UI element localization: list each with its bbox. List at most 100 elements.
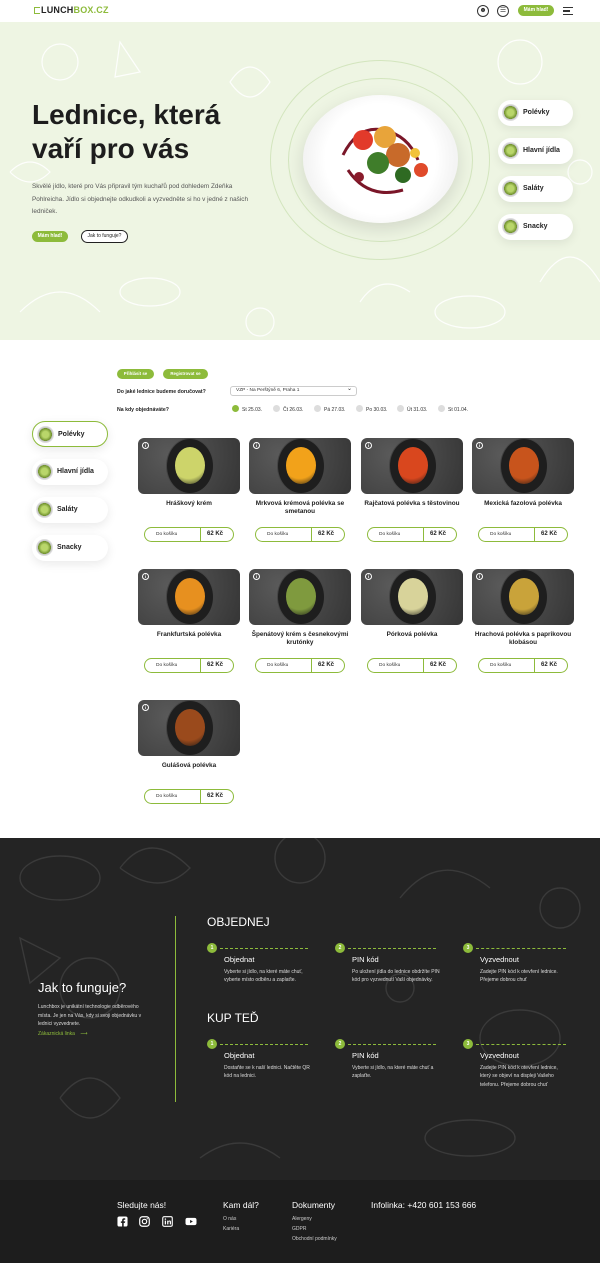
logo[interactable]: LUNCHBOX.CZ — [34, 5, 109, 15]
day-option[interactable]: Čt 26.03. — [273, 405, 303, 413]
day-option[interactable]: Pá 27.03. — [314, 405, 345, 413]
product-price: 62 Kč — [430, 531, 447, 537]
info-icon[interactable]: i — [142, 442, 149, 449]
step-dash-line — [220, 1044, 308, 1045]
add-to-cart-label: Do košíku — [156, 663, 178, 668]
info-icon[interactable]: i — [142, 704, 149, 711]
day-option[interactable]: Po 30.03. — [356, 405, 387, 413]
fridge-select[interactable]: VZP - Na Perštýně 6, Praha 1 — [230, 385, 357, 396]
product-name: Frankfurtská polévka — [156, 631, 222, 638]
product-card[interactable]: i Pórková polévka Do košíku 62 Kč — [361, 569, 463, 681]
footer-link-terms[interactable]: Obchodní podmínky — [292, 1236, 337, 1242]
register-button[interactable]: Registrovat se — [163, 369, 208, 379]
info-icon[interactable]: i — [365, 442, 372, 449]
hero-category-salads[interactable]: Saláty — [498, 176, 573, 202]
docs-title: Dokumenty — [292, 1200, 335, 1210]
add-to-cart-button[interactable]: Do košíku 62 Kč — [144, 789, 234, 804]
sidebar-category-salads[interactable]: Saláty — [32, 497, 108, 523]
info-icon[interactable]: i — [253, 573, 260, 580]
info-icon[interactable]: i — [476, 442, 483, 449]
soup-thumb-icon — [502, 104, 519, 121]
add-to-cart-label: Do košíku — [267, 532, 289, 537]
how-it-works-button[interactable]: Jak to funguje? — [81, 230, 128, 243]
step-number: 2 — [335, 943, 345, 953]
mains-thumb-icon — [36, 463, 53, 480]
product-name: Mrkvová krémová polévka se smetanou — [255, 500, 345, 515]
product-image[interactable] — [138, 700, 240, 756]
footer-link-gdpr[interactable]: GDPR — [292, 1226, 306, 1232]
hero-category-snacks[interactable]: Snacky — [498, 214, 573, 240]
instagram-icon[interactable] — [139, 1216, 150, 1227]
step-text: Vyberte si jídlo, na které máte chuť a z… — [352, 1065, 434, 1080]
product-card[interactable]: i Rajčatová polévka s těstovinou Do košíku… — [361, 438, 463, 550]
product-image[interactable] — [472, 569, 574, 625]
product-card[interactable]: i Hrachová polévka s paprikovou klobásou D… — [472, 569, 574, 681]
product-card[interactable]: i Hráškový krém Do košíku 62 Kč — [138, 438, 240, 550]
product-name: Špenátový krém s česnekovými krutónky — [251, 631, 349, 646]
day-option[interactable]: St 25.03. — [232, 405, 262, 413]
footer-link-career[interactable]: Kariéra — [223, 1226, 239, 1232]
header-cta-button[interactable]: Mám hlad! — [518, 5, 554, 16]
info-icon[interactable]: i — [476, 573, 483, 580]
day-option[interactable]: Út 31.03. — [397, 405, 427, 413]
hero-category-soups[interactable]: Polévky — [498, 100, 573, 126]
follow-title: Sledujte nás! — [117, 1200, 167, 1210]
product-image[interactable] — [361, 438, 463, 494]
sidebar-category-mains[interactable]: Hlavní jídla — [32, 459, 108, 485]
product-card[interactable]: i Mrkvová krémová polévka se smetanou Do k… — [249, 438, 351, 550]
add-to-cart-button[interactable]: Do košíku 62 Kč — [144, 658, 234, 673]
hamburger-icon[interactable] — [563, 7, 573, 15]
customer-line-link[interactable]: Zákaznická linka ⟶ — [38, 1031, 88, 1037]
add-to-cart-button[interactable]: Do košíku 62 Kč — [144, 527, 234, 542]
product-card[interactable]: i Frankfurtská polévka Do košíku 62 Kč — [138, 569, 240, 681]
soup — [509, 447, 539, 484]
product-price: 62 Kč — [541, 531, 558, 537]
user-icon[interactable]: ☻ — [477, 5, 489, 17]
add-to-cart-button[interactable]: Do košíku 62 Kč — [478, 527, 568, 542]
add-to-cart-label: Do košíku — [156, 794, 178, 799]
product-image[interactable] — [472, 438, 574, 494]
add-to-cart-button[interactable]: Do košíku 62 Kč — [367, 527, 457, 542]
info-icon[interactable]: i — [142, 573, 149, 580]
info-icon[interactable]: i — [365, 573, 372, 580]
day-option[interactable]: St 01.04. — [438, 405, 468, 413]
product-name: Hrachová polévka s paprikovou klobásou — [474, 631, 572, 646]
fridge-question: Do jaké lednice budeme doručovat? — [117, 389, 206, 395]
add-to-cart-button[interactable]: Do košíku 62 Kč — [255, 527, 345, 542]
product-card[interactable]: i Špenátový krém s česnekovými krutónky Do… — [249, 569, 351, 681]
mains-thumb-icon — [502, 142, 519, 159]
divider — [534, 659, 535, 672]
product-image[interactable] — [249, 438, 351, 494]
infoline[interactable]: Infolinka: +420 601 153 666 — [371, 1200, 476, 1210]
linkedin-icon[interactable] — [162, 1216, 173, 1227]
add-to-cart-button[interactable]: Do košíku 62 Kč — [478, 658, 568, 673]
facebook-icon[interactable] — [117, 1216, 128, 1227]
buy-title: KUP TEĎ — [207, 1011, 259, 1025]
divider — [200, 790, 201, 803]
product-image[interactable] — [249, 569, 351, 625]
divider — [200, 659, 201, 672]
sidebar-category-soups[interactable]: Polévky — [32, 421, 108, 447]
sidebar-category-snacks[interactable]: Snacky — [32, 535, 108, 561]
product-card[interactable]: i Gulášová polévka Do košíku 62 Kč — [138, 700, 240, 812]
logo-text: LUNCH — [41, 5, 74, 15]
youtube-icon[interactable] — [185, 1216, 197, 1227]
add-to-cart-label: Do košíku — [267, 663, 289, 668]
footer-link-about[interactable]: O nás — [223, 1216, 236, 1222]
hero-plate-image — [303, 95, 458, 223]
add-to-cart-button[interactable]: Do košíku 62 Kč — [367, 658, 457, 673]
product-image[interactable] — [361, 569, 463, 625]
add-to-cart-button[interactable]: Do košíku 62 Kč — [255, 658, 345, 673]
product-image[interactable] — [138, 569, 240, 625]
footer-link-allergens[interactable]: Alergeny — [292, 1216, 312, 1222]
info-icon[interactable]: i — [253, 442, 260, 449]
product-card[interactable]: i Mexická fazolová polévka Do košíku 62 Kč — [472, 438, 574, 550]
snack-thumb-icon — [36, 539, 53, 556]
radio-icon — [314, 405, 321, 412]
menu-list-icon[interactable]: ☰ — [497, 5, 509, 17]
login-button[interactable]: Přihlásit se — [117, 369, 154, 379]
hero-category-mains[interactable]: Hlavní jídla — [498, 138, 573, 164]
hero-order-button[interactable]: Mám hlad! — [32, 231, 68, 242]
product-image[interactable] — [138, 438, 240, 494]
product-name: Mexická fazolová polévka — [484, 500, 562, 507]
